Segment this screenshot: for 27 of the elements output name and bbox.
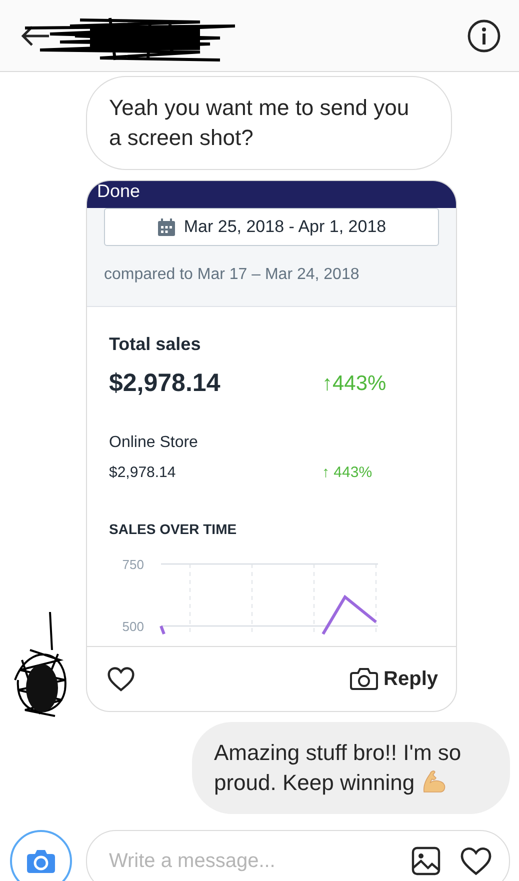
chart-title: SALES OVER TIME: [109, 521, 238, 537]
heart-icon[interactable]: [459, 846, 493, 876]
flexed-arm-icon: [420, 768, 447, 794]
received-message: Yeah you want me to send you a screen shot?: [86, 76, 452, 170]
date-range-button[interactable]: Mar 25, 2018 - Apr 1, 2018: [104, 208, 439, 246]
info-icon[interactable]: [467, 18, 501, 52]
percent-change: ↑ 443%: [322, 464, 374, 481]
total-sales-value: $2,978.14: [109, 369, 222, 398]
camera-icon: [26, 848, 56, 874]
message-bar[interactable]: Write a message...: [86, 830, 510, 881]
back-arrow-icon[interactable]: [20, 24, 50, 46]
camera-button[interactable]: [10, 830, 72, 881]
camera-icon: [350, 667, 378, 691]
reply-button[interactable]: Reply: [350, 667, 438, 691]
done-button[interactable]: Done: [97, 181, 140, 201]
comparison-text: compared to Mar 17 – Mar 24, 2018: [104, 266, 360, 284]
message-input[interactable]: Write a message...: [107, 848, 393, 874]
axis-tick-label: 750: [122, 557, 144, 572]
percent-change: ↑443%: [322, 372, 388, 396]
calendar-icon: [156, 218, 176, 236]
channel-name: Online Store: [109, 434, 199, 452]
channel-value: $2,978.14: [109, 464, 177, 481]
image-icon[interactable]: [411, 846, 441, 876]
total-sales-label: Total sales: [109, 334, 202, 355]
sent-message: Amazing stuff bro!! I'm so proud. Keep winning: [192, 722, 510, 814]
axis-tick-label: 500: [122, 619, 144, 634]
heart-icon[interactable]: [107, 666, 135, 692]
